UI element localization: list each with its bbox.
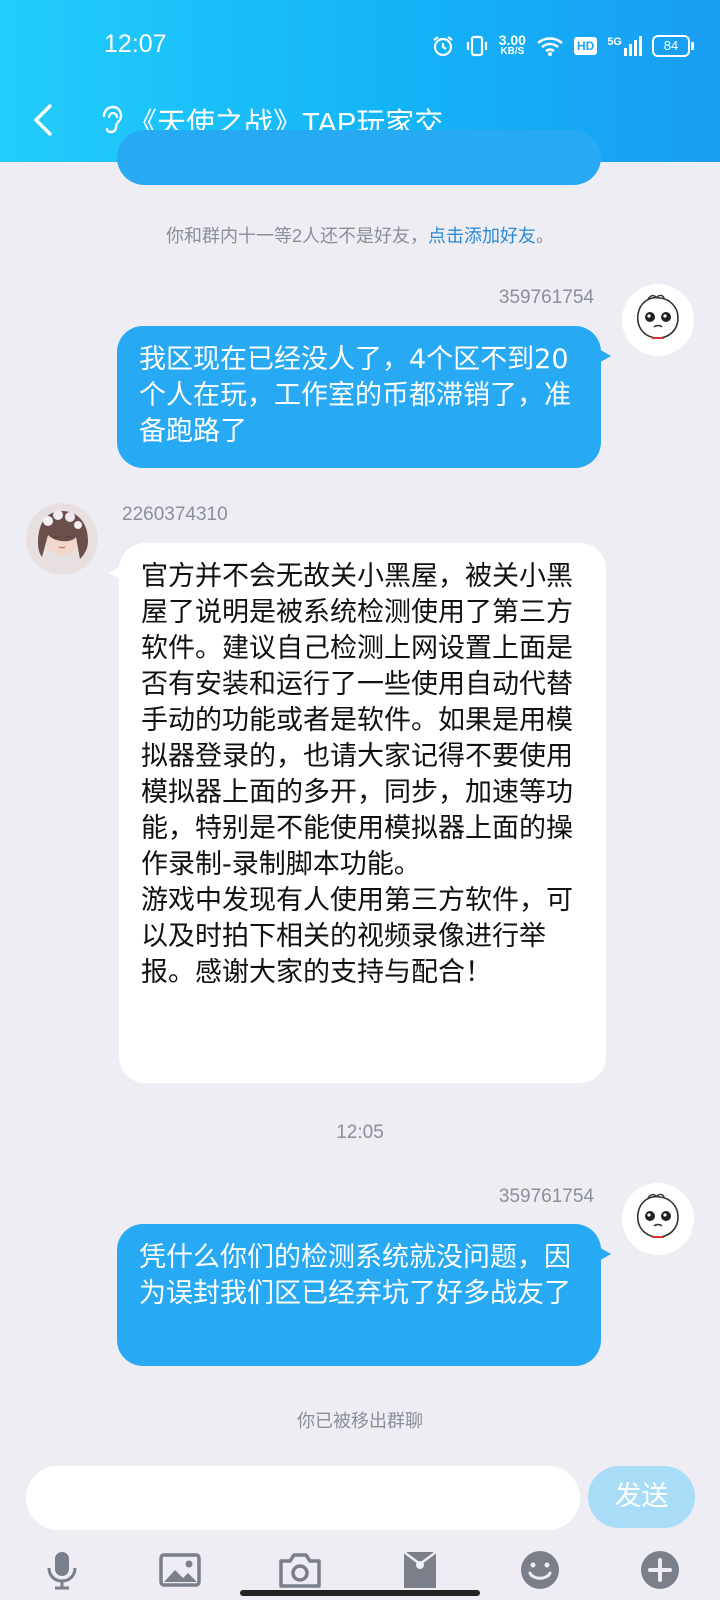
ear-icon[interactable]: [98, 104, 124, 136]
alarm-icon: [433, 36, 453, 57]
battery-indicator: 84: [652, 35, 694, 57]
status-icons: 3.00 KB/S HD 5G 84: [431, 30, 694, 62]
status-time: 12:07: [104, 30, 167, 58]
hd-badge: HD: [573, 37, 598, 55]
signal-icon: 5G: [607, 36, 642, 56]
message-bubble-outgoing[interactable]: 凭什么你们的检测系统就没问题，因为误封我们区已经弃坑了好多战友了: [117, 1224, 611, 1366]
avatar[interactable]: [622, 1183, 694, 1255]
net-speed: 3.00 KB/S: [498, 32, 526, 57]
message-input[interactable]: [26, 1466, 580, 1530]
emoji-icon[interactable]: [518, 1548, 562, 1592]
previous-message-bubble: [117, 130, 601, 185]
back-arrow-icon[interactable]: [28, 100, 58, 140]
microphone-icon[interactable]: [40, 1548, 84, 1592]
camera-icon[interactable]: [278, 1548, 322, 1592]
avatar[interactable]: [26, 503, 98, 575]
vibrate-icon: [466, 35, 487, 57]
removed-notice: 你已被移出群聊: [297, 1411, 423, 1431]
avatar[interactable]: [622, 284, 694, 356]
add-friend-link[interactable]: 点击添加好友: [428, 226, 536, 246]
image-icon[interactable]: [158, 1548, 202, 1592]
message-bubble-outgoing[interactable]: 我区现在已经没人了，4个区不到20个人在玩，工作室的币都滞销了，准备跑路了: [117, 326, 611, 468]
friend-tip: 你和群内十一等2人还不是好友，点击添加好友。: [165, 226, 554, 246]
wifi-icon: [537, 37, 563, 56]
message-bubble-incoming[interactable]: 官方并不会无故关小黑屋，被关小黑屋了说明是被系统检测使用了第三方软件。建议自己检…: [109, 543, 606, 1083]
sender-id: 359761754: [498, 1186, 594, 1207]
sender-id: 359761754: [498, 287, 594, 308]
plus-icon[interactable]: [638, 1548, 682, 1592]
sender-id: 2260374310: [122, 504, 228, 525]
message-timestamp: 12:05: [336, 1122, 384, 1143]
home-indicator[interactable]: [240, 1590, 480, 1596]
red-packet-icon[interactable]: [398, 1548, 442, 1592]
send-button[interactable]: 发送: [588, 1466, 695, 1528]
